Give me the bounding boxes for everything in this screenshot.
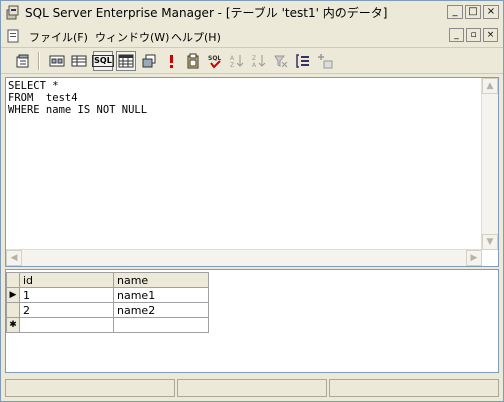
cell-name[interactable]: name1 xyxy=(113,287,209,303)
scroll-right-icon[interactable]: ▶ xyxy=(466,250,482,266)
app-window: SQL Server Enterprise Manager - [テーブル 't… xyxy=(0,0,504,402)
cell-name[interactable] xyxy=(113,317,209,333)
current-row-arrow-icon[interactable]: ▶ xyxy=(6,287,20,303)
menu-window[interactable]: ウィンドウ(W) xyxy=(95,29,169,45)
column-header-name[interactable]: name xyxy=(113,272,209,288)
svg-text:A: A xyxy=(230,55,235,62)
table-row[interactable]: ▶ 1 name1 xyxy=(6,287,209,303)
cell-name[interactable]: name2 xyxy=(113,302,209,318)
status-panel-2 xyxy=(177,379,327,397)
close-button[interactable]: × xyxy=(483,5,499,19)
sql-pane-label: SQL xyxy=(92,55,114,67)
scroll-down-icon[interactable]: ▼ xyxy=(482,234,498,250)
cell-id[interactable]: 2 xyxy=(19,302,114,318)
sql-horizontal-scrollbar[interactable]: ◀ ▶ xyxy=(6,249,482,266)
svg-text:A: A xyxy=(252,62,257,69)
sql-check-icon: SQL xyxy=(208,55,221,69)
group-by-icon xyxy=(296,54,309,68)
maximize-button[interactable]: □ xyxy=(465,5,481,19)
properties-icon xyxy=(16,54,29,68)
sql-check-button[interactable]: SQL xyxy=(205,51,225,71)
verify-sql-button[interactable] xyxy=(183,51,203,71)
change-type-icon xyxy=(142,54,156,68)
row-selector[interactable] xyxy=(6,302,20,318)
remove-filter-button[interactable] xyxy=(271,51,291,71)
menu-bar: ファイル(F) ウィンドウ(W) ヘルプ(H) _ ▫ × xyxy=(1,25,503,48)
diagram-pane-button[interactable] xyxy=(47,51,67,71)
status-panel-1 xyxy=(5,379,175,397)
menu-help[interactable]: ヘルプ(H) xyxy=(171,29,221,45)
sql-editor[interactable]: SELECT * FROM test4 WHERE name IS NOT NU… xyxy=(8,80,147,116)
sql-vertical-scrollbar[interactable]: ▲ ▼ xyxy=(481,78,498,250)
sort-descending-button[interactable]: Z A xyxy=(249,51,269,71)
document-icon[interactable] xyxy=(5,28,21,44)
svg-text:Z: Z xyxy=(230,62,234,69)
scroll-up-icon[interactable]: ▲ xyxy=(482,78,498,94)
results-grid[interactable]: id name ▶ 1 name1 2 name2 ✱ xyxy=(6,272,209,333)
title-bar[interactable]: SQL Server Enterprise Manager - [テーブル 't… xyxy=(1,1,503,23)
cell-id[interactable]: 1 xyxy=(19,287,114,303)
cell-id[interactable] xyxy=(19,317,114,333)
sort-descending-icon: Z A xyxy=(252,55,266,69)
grid-pane-icon xyxy=(71,55,87,67)
mdi-minimize-button[interactable]: _ xyxy=(449,28,464,42)
table-row[interactable]: 2 name2 xyxy=(6,302,209,318)
results-pane-icon xyxy=(118,54,134,68)
enterprise-manager-icon xyxy=(6,5,19,20)
new-row[interactable]: ✱ xyxy=(6,317,209,333)
scroll-left-icon[interactable]: ◀ xyxy=(6,250,22,266)
add-table-icon xyxy=(318,54,333,69)
change-type-button[interactable] xyxy=(139,51,159,71)
sort-ascending-button[interactable]: A Z xyxy=(227,51,247,71)
grid-pane-button[interactable] xyxy=(69,51,89,71)
results-pane-button[interactable] xyxy=(116,51,136,71)
mdi-restore-button[interactable]: ▫ xyxy=(466,28,481,42)
grid-header-row: id name xyxy=(6,272,209,288)
window-title: SQL Server Enterprise Manager - [テーブル 't… xyxy=(25,6,388,20)
run-button[interactable] xyxy=(161,51,181,71)
remove-filter-icon xyxy=(274,55,288,68)
diagram-pane-icon xyxy=(49,55,65,67)
mdi-close-button[interactable]: × xyxy=(483,28,498,42)
clipboard-icon xyxy=(187,53,199,69)
sort-ascending-icon: A Z xyxy=(230,55,244,69)
status-bar xyxy=(1,375,503,401)
minimize-button[interactable]: _ xyxy=(447,5,463,19)
grid-corner[interactable] xyxy=(6,272,20,288)
run-exclamation-icon xyxy=(170,55,173,68)
new-row-asterisk-icon[interactable]: ✱ xyxy=(6,317,20,333)
properties-button[interactable] xyxy=(13,51,33,71)
toolbar: SQL SQL A Z Z A xyxy=(1,49,503,74)
sql-pane[interactable]: SELECT * FROM test4 WHERE name IS NOT NU… xyxy=(5,77,499,267)
status-panel-3 xyxy=(329,379,499,397)
column-header-id[interactable]: id xyxy=(19,272,114,288)
svg-text:Z: Z xyxy=(252,55,256,62)
group-by-button[interactable] xyxy=(293,51,313,71)
add-table-button[interactable] xyxy=(315,51,335,71)
menu-file[interactable]: ファイル(F) xyxy=(29,29,88,45)
sql-pane-button[interactable]: SQL xyxy=(92,51,114,71)
results-grid-pane: id name ▶ 1 name1 2 name2 ✱ xyxy=(5,269,499,373)
